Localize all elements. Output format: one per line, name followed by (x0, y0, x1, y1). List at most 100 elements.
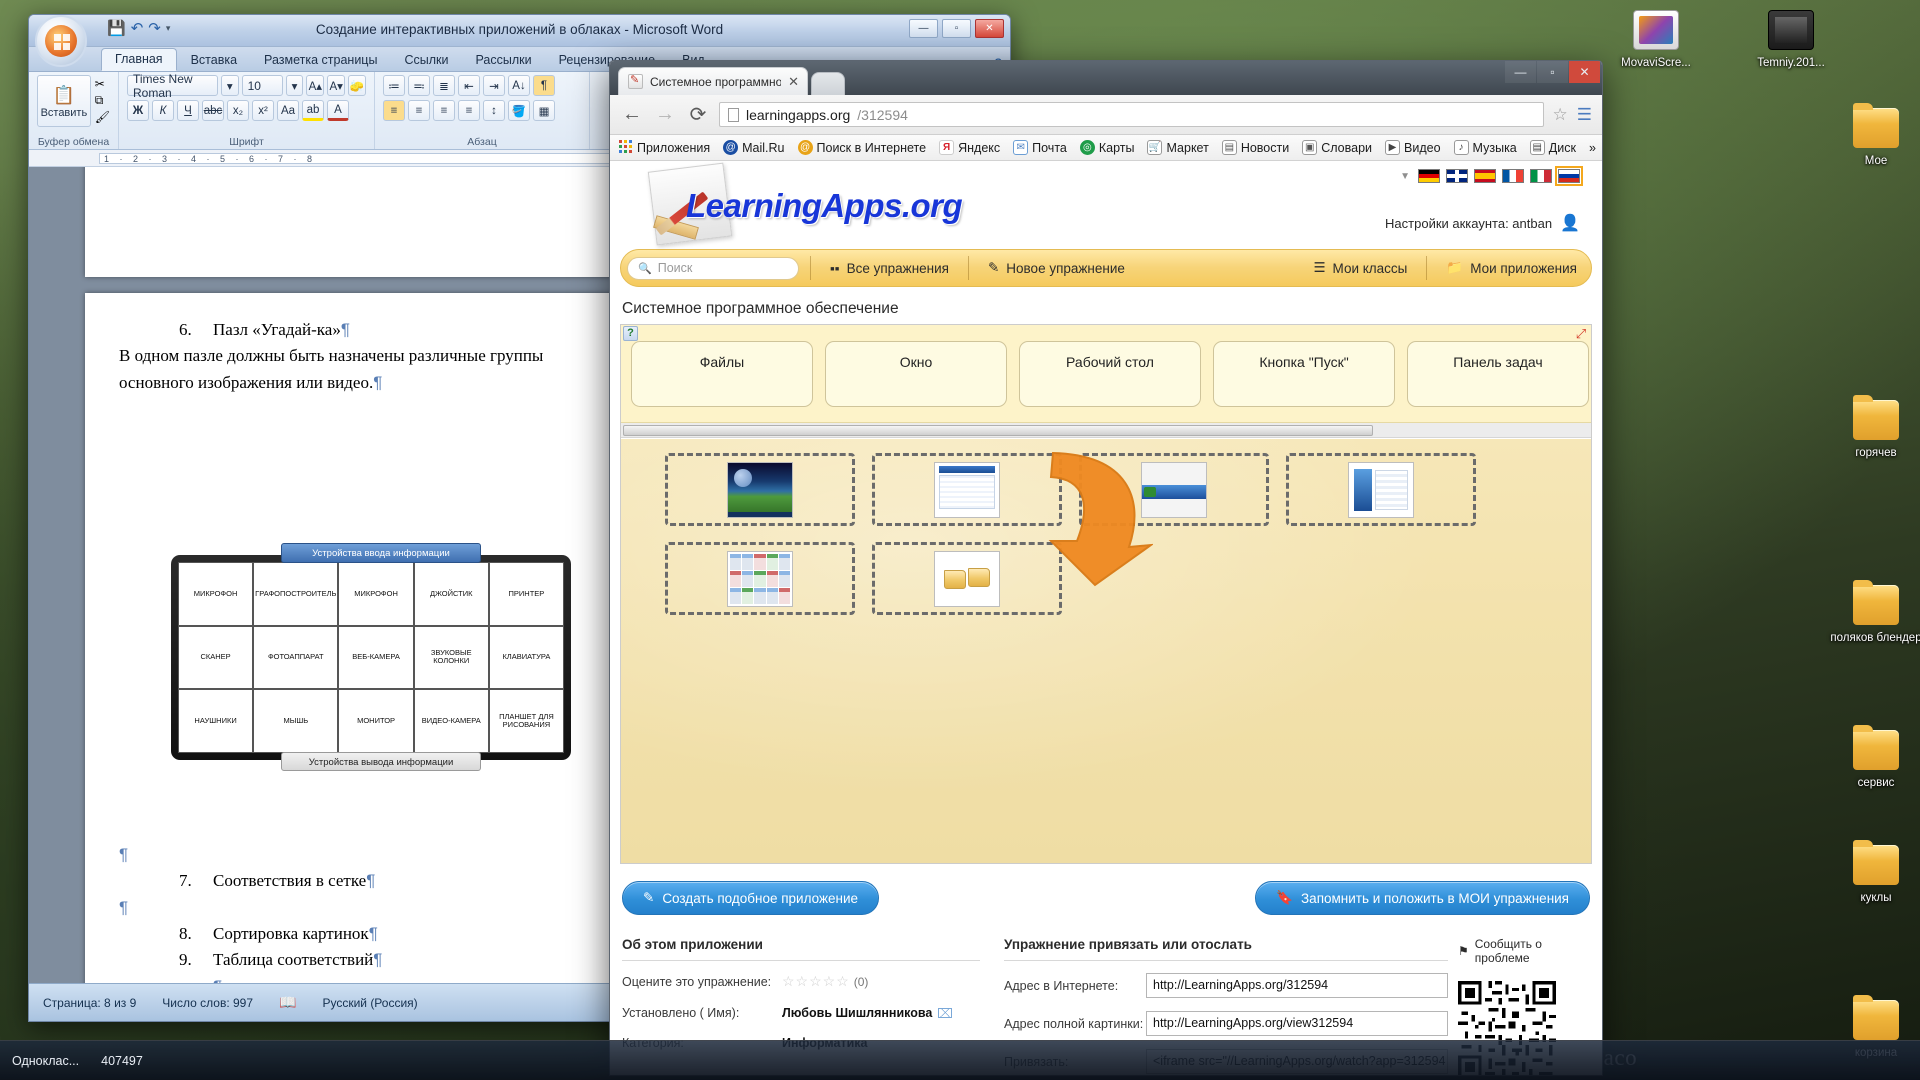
category-row[interactable]: ? Файлы Окно Рабочий стол Кнопка "Пуск" … (621, 325, 1591, 423)
folders-thumbnail[interactable] (934, 550, 1000, 607)
tab-close-icon[interactable]: ✕ (788, 74, 799, 90)
exercise-actions[interactable]: ✎ Создать подобное приложение 🔖 Запомнит… (622, 881, 1590, 915)
bookmarks-bar[interactable]: Приложения @ Mail.Ru @ Поиск в Интернете… (610, 135, 1602, 161)
tab-rassylki[interactable]: Рассылки (462, 50, 544, 71)
chrome-menu-icon[interactable]: ☰ (1577, 105, 1592, 125)
close-button[interactable]: ✕ (975, 19, 1004, 38)
chrome-toolbar[interactable]: ← → ⟳ learningapps.org/312594 ☆ ☰ (610, 95, 1602, 135)
borders-button[interactable]: ▦ (533, 100, 555, 121)
cut-icon[interactable]: ✂ (95, 77, 110, 91)
nav-all-exercises[interactable]: ▪▪ Все упражнения (822, 261, 957, 276)
chrome-tabstrip[interactable]: Системное программно ✕ (618, 67, 845, 95)
forward-icon[interactable]: → (653, 103, 677, 126)
copy-icon[interactable]: ⧉ (95, 93, 110, 108)
windows-taskbar[interactable]: Одноклас... 407497 (0, 1040, 1920, 1080)
bookmark-disk[interactable]: ▤ Диск (1529, 140, 1576, 155)
dropzone-cell[interactable] (665, 453, 855, 526)
bookmark-market[interactable]: 🛒 Маркет (1147, 140, 1209, 155)
close-button[interactable]: ✕ (1569, 61, 1600, 83)
start-menu-thumbnail[interactable] (1348, 461, 1414, 518)
dropzone-cell[interactable] (1286, 453, 1476, 526)
chrome-browser-window[interactable]: Системное программно ✕ — ▫ ✕ ← → ⟳ learn… (609, 60, 1603, 1076)
show-marks-button[interactable]: ¶ (533, 75, 555, 96)
line-spacing-button[interactable]: ↕ (483, 100, 505, 121)
bookmark-mail[interactable]: ✉ Почта (1013, 140, 1067, 155)
tab-razmetka[interactable]: Разметка страницы (251, 50, 390, 71)
clear-formatting-icon[interactable]: 🧽 (348, 75, 366, 96)
bullets-button[interactable]: ≔ (383, 75, 405, 96)
flag-ru[interactable] (1555, 166, 1583, 186)
decrease-indent-button[interactable]: ⇤ (458, 75, 480, 96)
paste-button[interactable]: 📋 Вставить (37, 75, 91, 127)
site-nav[interactable]: 🔍 Поиск ▪▪ Все упражнения ✎ Новое упражн… (620, 249, 1592, 287)
bold-button[interactable]: Ж (127, 100, 149, 121)
share-fullview-input[interactable]: http://LearningApps.org/view312594 (1146, 1011, 1448, 1036)
desktop-icon-polyakov[interactable]: поляков блендер (1830, 580, 1920, 646)
desktop-icon-movavi[interactable]: MovaviScre... (1610, 10, 1702, 71)
back-icon[interactable]: ← (620, 103, 644, 126)
file-icons-thumbnail[interactable] (727, 550, 793, 607)
maximize-button[interactable]: ▫ (942, 19, 971, 38)
increase-indent-button[interactable]: ⇥ (483, 75, 505, 96)
browser-tab-active[interactable]: Системное программно ✕ (618, 67, 808, 95)
category-box[interactable]: Рабочий стол (1019, 341, 1201, 407)
envelope-icon[interactable] (938, 1008, 953, 1018)
subscript-button[interactable]: x₂ (227, 100, 249, 121)
bookmark-news[interactable]: ▤ Новости (1221, 140, 1289, 155)
category-box[interactable]: Панель задач (1407, 341, 1589, 407)
sort-button[interactable]: A↓ (508, 75, 530, 96)
search-input[interactable]: Поиск (658, 261, 693, 275)
rating-stars[interactable]: ☆☆☆☆☆ (782, 973, 850, 990)
bookmark-dictionary[interactable]: ▣ Словари (1302, 140, 1372, 155)
bookmark-star-icon[interactable]: ☆ (1553, 105, 1568, 125)
new-tab-button[interactable] (811, 72, 845, 95)
reload-icon[interactable]: ⟳ (686, 102, 710, 127)
strikethrough-button[interactable]: abc (202, 100, 224, 121)
nav-my-classes[interactable]: ☰ Мои классы (1305, 260, 1415, 276)
superscript-button[interactable]: x² (252, 100, 274, 121)
horizontal-scrollbar[interactable] (621, 423, 1591, 438)
bookmark-websearch[interactable]: @ Поиск в Интернете (797, 140, 926, 155)
dropzone-cell[interactable] (1079, 453, 1269, 526)
justify-button[interactable]: ≡ (458, 100, 480, 121)
grow-font-icon[interactable]: A▴ (306, 75, 325, 96)
site-logo[interactable]: LearningApps.org (638, 162, 968, 247)
bookmark-maps[interactable]: ◎ Карты (1079, 140, 1134, 155)
underline-button[interactable]: Ч (177, 100, 199, 121)
office-button[interactable] (35, 15, 87, 67)
text-highlight-button[interactable]: ab (302, 100, 324, 121)
share-url-input[interactable]: http://LearningApps.org/312594 (1146, 973, 1448, 998)
report-problem-link[interactable]: ⚑ Сообщить о проблеме (1458, 937, 1566, 965)
nav-new-exercise[interactable]: ✎ Новое упражнение (980, 260, 1133, 276)
font-name-dropdown-icon[interactable]: ▾ (220, 75, 239, 96)
desktop-icon-moe[interactable]: Мое (1830, 103, 1920, 169)
language-flags[interactable]: ▼ (1400, 166, 1583, 186)
minimize-button[interactable]: — (909, 19, 938, 38)
italic-button[interactable]: К (152, 100, 174, 121)
desktop-wallpaper-thumbnail[interactable] (727, 461, 793, 518)
category-box[interactable]: Кнопка "Пуск" (1213, 341, 1395, 407)
align-right-button[interactable]: ≡ (433, 100, 455, 121)
desktop-icon-kukly[interactable]: куклы (1830, 840, 1920, 906)
scrollbar-thumb[interactable] (623, 425, 1373, 436)
minimize-button[interactable]: — (1505, 61, 1536, 83)
shrink-font-icon[interactable]: A▾ (327, 75, 346, 96)
tab-glavnaya[interactable]: Главная (101, 48, 177, 71)
desktop-icon-temniy[interactable]: Temniy.201... (1745, 10, 1837, 71)
desktop-icon-goryachev[interactable]: горячев (1830, 395, 1920, 461)
bookmark-video[interactable]: ▶ Видео (1385, 140, 1441, 155)
address-bar[interactable]: learningapps.org/312594 (719, 102, 1544, 127)
bookmark-overflow[interactable]: » (1589, 141, 1596, 155)
account-settings-link[interactable]: Настройки аккаунта: antban 👤 (1385, 213, 1580, 233)
numbering-button[interactable]: ≕ (408, 75, 430, 96)
page-content[interactable]: LearningApps.org ▼ Настройки аккаунта: a… (610, 161, 1602, 1075)
word-titlebar[interactable]: 💾 ↶ ↷ ▾ Создание интерактивных приложени… (29, 15, 1010, 47)
align-center-button[interactable]: ≡ (408, 100, 430, 121)
font-size-field[interactable]: 10 (241, 75, 283, 96)
desktop-icon-servis[interactable]: сервис (1830, 725, 1920, 791)
dropzone-cell[interactable] (872, 453, 1062, 526)
chrome-titlebar[interactable]: Системное программно ✕ — ▫ ✕ (610, 61, 1602, 95)
exercise-dropzone-area[interactable] (621, 439, 1591, 863)
bookmark-mailru[interactable]: @ Mail.Ru (723, 140, 785, 155)
proofing-icon[interactable]: 📖 (279, 994, 296, 1011)
